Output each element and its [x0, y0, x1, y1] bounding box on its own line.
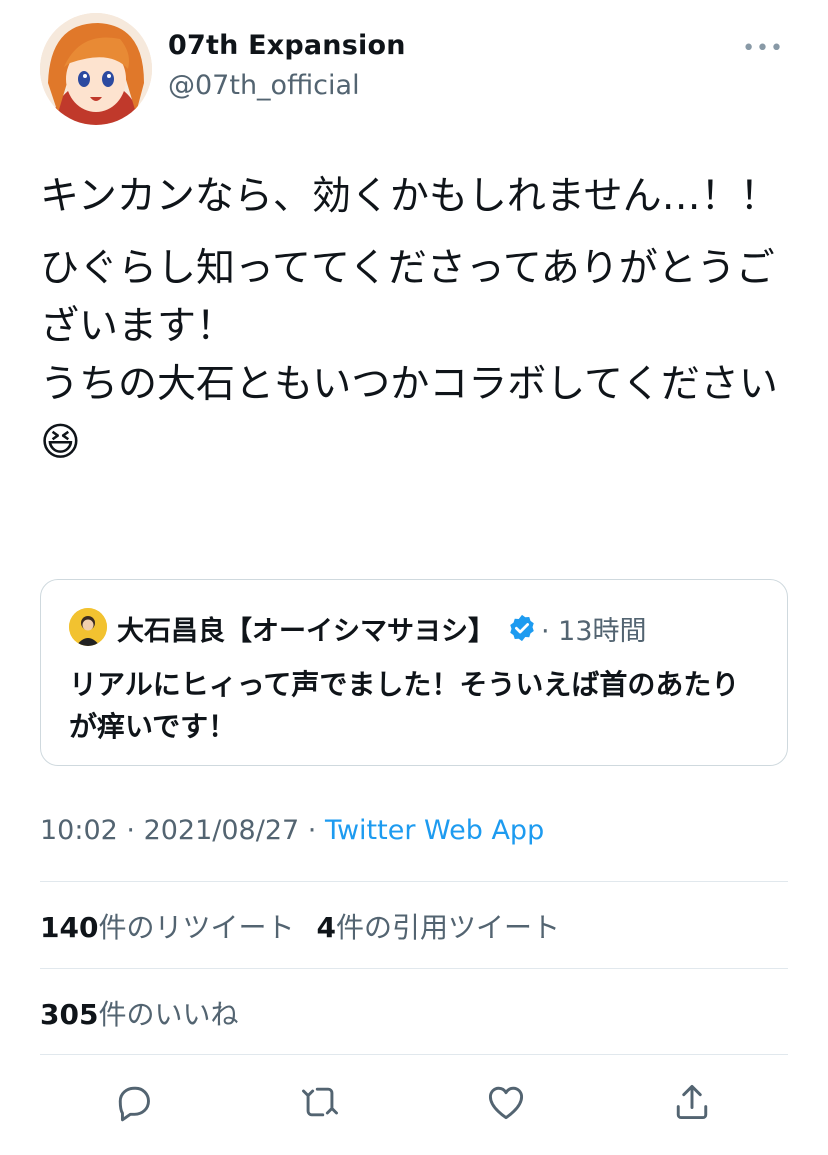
likes-label: 件のいいね: [98, 998, 239, 1031]
like-icon[interactable]: [484, 1080, 528, 1124]
divider: [40, 1054, 788, 1055]
tweet-date[interactable]: 2021/08/27: [144, 815, 300, 846]
author-name[interactable]: 07th Expansion: [168, 30, 406, 61]
tweet-time[interactable]: 10:02: [40, 815, 118, 846]
quoted-text: リアルにヒィって声でました！そういえば首のあたりが痒いです！: [69, 668, 740, 743]
retweets-stat[interactable]: 140件のリツイート: [40, 911, 294, 944]
quoted-timestamp[interactable]: · 13時間: [541, 609, 647, 648]
retweet-icon[interactable]: [298, 1080, 342, 1124]
tweet-paragraph: キンカンなら、効くかもしれません…！！: [40, 174, 779, 219]
likes-stat[interactable]: 305件のいいね: [40, 993, 238, 1033]
verified-badge-icon: [507, 613, 537, 643]
tweet-paragraph: ひぐらし知っててくださってありがとうございます！ うちの大石ともいつかコラボして…: [40, 246, 778, 465]
likes-count: 305: [40, 998, 99, 1031]
author-avatar[interactable]: [40, 13, 152, 125]
divider: [40, 968, 788, 969]
divider: [40, 881, 788, 882]
reply-icon[interactable]: [112, 1080, 156, 1124]
retweets-label: 件のリツイート: [98, 911, 295, 944]
quotes-stat[interactable]: 4件の引用ツイート: [316, 911, 560, 944]
tweet-detail: 07th Expansion @07th_official ••• キンカンなら…: [0, 0, 828, 1155]
tweet-meta: 10:02 · 2021/08/27 · Twitter Web App: [40, 815, 544, 846]
quoted-author-name[interactable]: 大石昌良【オーイシマサヨシ】: [117, 609, 495, 648]
quotes-label: 件の引用ツイート: [335, 911, 560, 944]
quoted-author-avatar[interactable]: [69, 608, 107, 646]
meta-separator: ·: [299, 815, 325, 846]
retweets-count: 140: [40, 911, 99, 944]
meta-separator: ·: [117, 815, 144, 846]
source-app-link[interactable]: Twitter Web App: [325, 815, 544, 846]
quoted-tweet[interactable]: 大石昌良【オーイシマサヨシ】 · 13時間 リアルにヒィって声でました！そういえ…: [40, 579, 788, 766]
quoted-header: 大石昌良【オーイシマサヨシ】 · 13時間: [117, 608, 647, 648]
quotes-count: 4: [316, 911, 336, 944]
tweet-text: キンカンなら、効くかもしれません…！！ ひぐらし知っててくださってありがとうござ…: [40, 168, 800, 472]
more-options-icon[interactable]: •••: [742, 36, 784, 61]
share-icon[interactable]: [670, 1080, 714, 1124]
engagement-stats: 140件のリツイート 4件の引用ツイート: [40, 906, 560, 946]
author-handle[interactable]: @07th_official: [168, 70, 360, 101]
